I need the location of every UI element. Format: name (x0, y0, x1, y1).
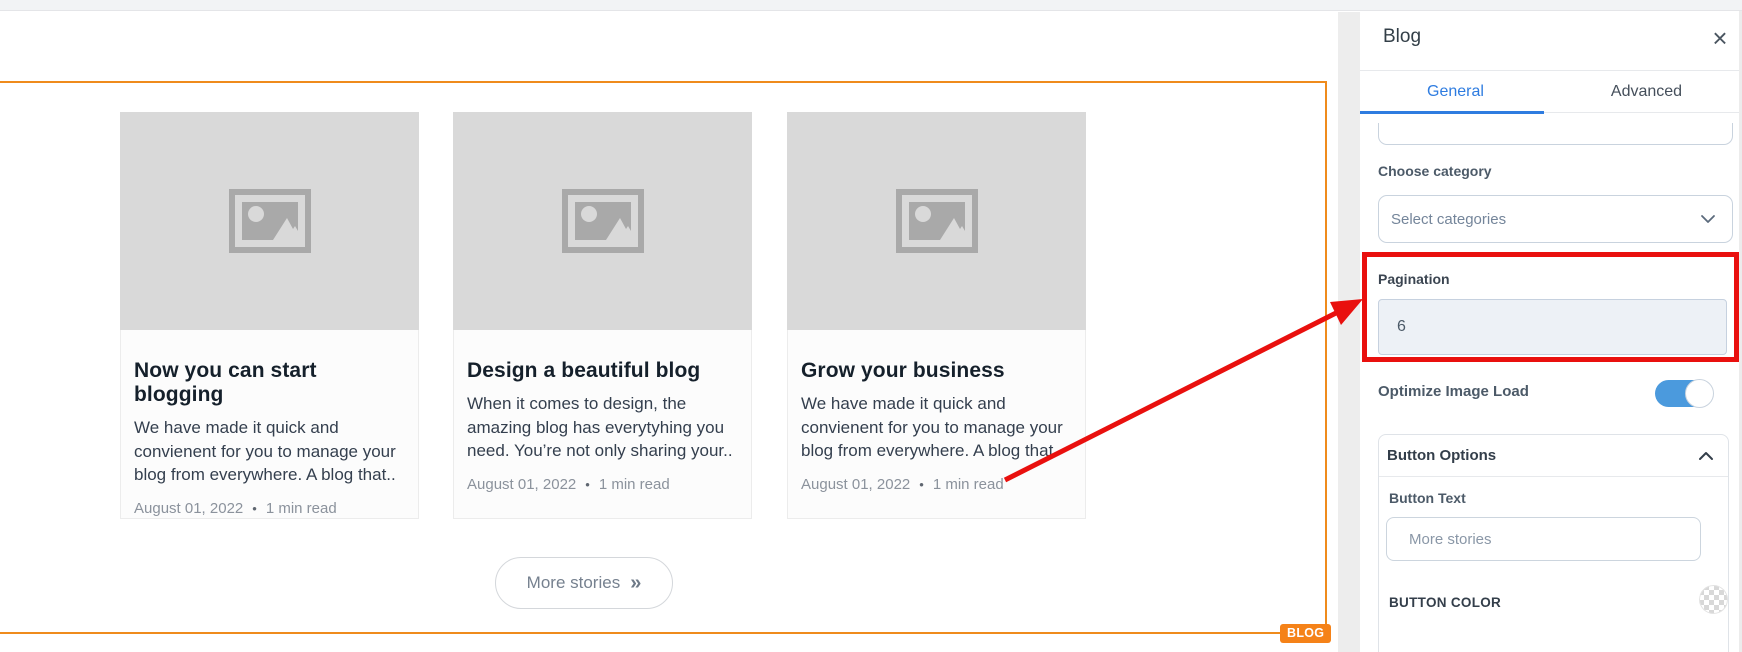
button-options-section: Button Options Button Text BUTTON COLOR (1378, 434, 1729, 652)
post-info: Design a beautiful blog When it comes to… (453, 330, 752, 519)
pagination-input[interactable] (1378, 299, 1727, 355)
choose-category-label: Choose category (1378, 163, 1492, 179)
category-select[interactable]: Select categories (1378, 195, 1733, 243)
post-date: August 01, 2022 (467, 475, 577, 493)
active-tab-underline (1360, 111, 1544, 114)
post-date: August 01, 2022 (134, 499, 244, 517)
top-chrome-strip (0, 0, 1742, 11)
selection-border-top (0, 81, 1327, 83)
double-chevron-right-icon: » (630, 572, 642, 594)
image-placeholder-icon (228, 189, 311, 253)
post-title[interactable]: Grow your business (801, 359, 1071, 383)
button-text-input[interactable] (1386, 517, 1701, 561)
selection-border-bottom (0, 632, 1327, 634)
post-read-time: 1 min read (265, 499, 337, 517)
dot-separator: • (252, 500, 257, 516)
post-image-placeholder (120, 112, 419, 330)
optimize-image-load-label: Optimize Image Load (1378, 383, 1529, 400)
post-image-placeholder (787, 112, 1086, 330)
image-placeholder-icon (561, 189, 644, 253)
post-read-time: 1 min read (598, 475, 670, 493)
selection-border-right (1325, 81, 1327, 634)
panel-header: Blog × (1360, 11, 1742, 71)
more-stories-button[interactable]: More stories » (495, 557, 673, 609)
pagination-label: Pagination (1378, 271, 1450, 287)
blog-settings-panel: Blog × General Advanced Choose category … (1360, 11, 1742, 652)
post-image-placeholder (453, 112, 752, 330)
close-icon[interactable]: × (1704, 22, 1736, 54)
tab-general[interactable]: General (1360, 71, 1551, 112)
panel-tabs: General Advanced (1360, 71, 1742, 114)
dot-separator: • (919, 476, 924, 492)
chevron-down-icon (1701, 215, 1715, 223)
optimize-image-load-toggle[interactable] (1655, 379, 1714, 408)
post-info: Grow your business We have made it quick… (787, 330, 1086, 519)
post-title[interactable]: Now you can start blogging (134, 359, 404, 407)
post-title[interactable]: Design a beautiful blog (467, 359, 737, 383)
more-stories-label: More stories (526, 573, 621, 592)
blog-post-card[interactable]: Now you can start blogging We have made … (120, 112, 419, 519)
post-excerpt: We have made it quick and convienent for… (801, 394, 1063, 460)
post-meta: August 01, 2022 • 1 min read (801, 476, 1071, 493)
post-date: August 01, 2022 (801, 475, 911, 493)
blog-post-card[interactable]: Design a beautiful blog When it comes to… (453, 112, 752, 519)
canvas-panel-gutter (1338, 12, 1360, 652)
image-placeholder-icon (895, 189, 978, 253)
button-text-label: Button Text (1389, 490, 1466, 506)
editor-canvas: Now you can start blogging We have made … (0, 12, 1338, 652)
post-excerpt: We have made it quick and convienent for… (134, 418, 396, 484)
post-info: Now you can start blogging We have made … (120, 330, 419, 519)
selection-badge: BLOG (1280, 624, 1332, 643)
post-read-time: 1 min read (932, 475, 1004, 493)
button-color-label: BUTTON COLOR (1389, 595, 1502, 610)
tab-advanced[interactable]: Advanced (1551, 71, 1742, 112)
button-options-header[interactable]: Button Options (1379, 435, 1728, 477)
post-excerpt: When it comes to design, the amazing blo… (467, 394, 733, 460)
blog-post-card[interactable]: Grow your business We have made it quick… (787, 112, 1086, 519)
clipped-input-above-scroll[interactable] (1378, 123, 1733, 145)
toggle-knob (1685, 379, 1714, 408)
category-select-value: Select categories (1391, 210, 1507, 228)
button-options-title: Button Options (1387, 447, 1497, 464)
chevron-up-icon (1699, 451, 1713, 460)
button-color-swatch[interactable] (1699, 585, 1728, 614)
dot-separator: • (585, 476, 590, 492)
post-meta: August 01, 2022 • 1 min read (134, 500, 404, 517)
page-builder-screen: Now you can start blogging We have made … (0, 0, 1742, 652)
panel-title: Blog (1383, 26, 1422, 47)
post-meta: August 01, 2022 • 1 min read (467, 476, 737, 493)
